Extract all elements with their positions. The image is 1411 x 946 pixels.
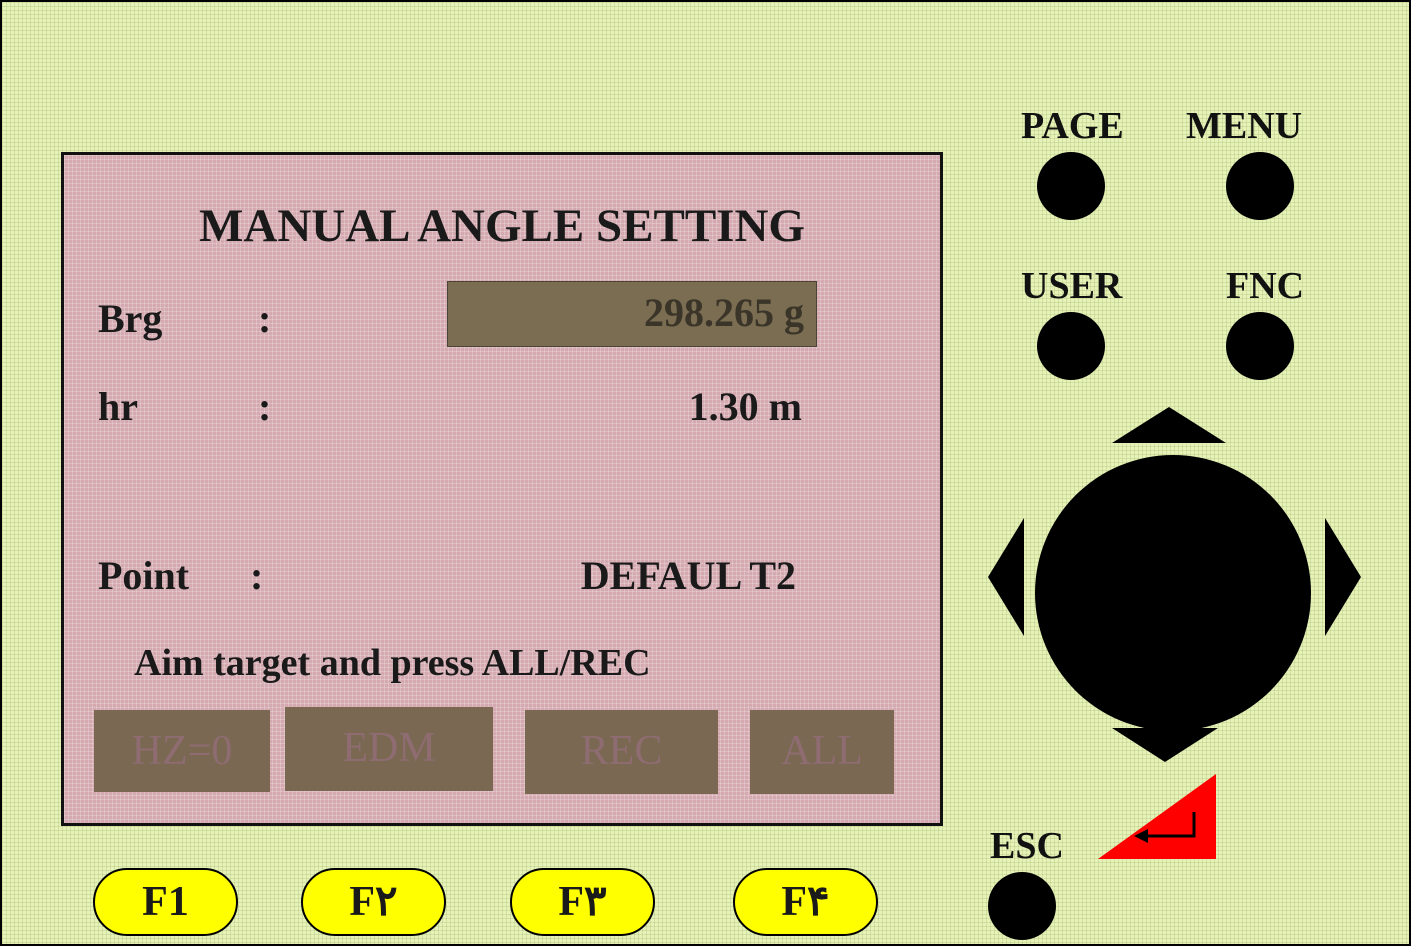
menu-button[interactable] bbox=[1226, 152, 1294, 220]
user-button[interactable] bbox=[1037, 312, 1105, 380]
instruction-message: Aim target and press ALL/REC bbox=[134, 642, 651, 684]
f1-key[interactable]: F1 bbox=[93, 868, 238, 936]
point-colon: : bbox=[250, 553, 264, 598]
arrow-left-icon[interactable] bbox=[988, 518, 1024, 636]
fnc-button[interactable] bbox=[1226, 312, 1294, 380]
menu-key-label: MENU bbox=[1186, 105, 1303, 147]
fnc-key-label: FNC bbox=[1226, 265, 1305, 307]
page-button[interactable] bbox=[1037, 152, 1105, 220]
screen-title: MANUAL ANGLE SETTING bbox=[199, 200, 805, 252]
f4-key[interactable]: F۴ bbox=[733, 868, 878, 936]
arrow-up-icon[interactable] bbox=[1112, 407, 1226, 443]
softkey-rec[interactable]: REC bbox=[525, 710, 718, 794]
esc-button[interactable] bbox=[988, 872, 1056, 940]
hr-colon: : bbox=[258, 384, 272, 429]
f3-key[interactable]: F۳ bbox=[510, 868, 655, 936]
brg-label: Brg bbox=[98, 296, 163, 341]
lcd-screen: MANUAL ANGLE SETTING Brg : 298.265 g hr … bbox=[61, 152, 943, 826]
navigation-center-button[interactable] bbox=[1035, 455, 1311, 731]
instrument-panel: MANUAL ANGLE SETTING Brg : 298.265 g hr … bbox=[0, 0, 1411, 946]
brg-colon: : bbox=[258, 296, 272, 341]
point-label: Point bbox=[98, 553, 190, 598]
arrow-right-icon[interactable] bbox=[1325, 518, 1361, 636]
f2-key[interactable]: F۲ bbox=[301, 868, 446, 936]
page-key-label: PAGE bbox=[1021, 105, 1124, 147]
point-value[interactable]: DEFAUL T2 bbox=[581, 552, 796, 599]
hr-value[interactable]: 1.30 m bbox=[689, 383, 802, 430]
user-key-label: USER bbox=[1021, 265, 1123, 307]
softkey-hz0[interactable]: HZ=0 bbox=[94, 710, 270, 792]
softkey-all[interactable]: ALL bbox=[750, 710, 894, 794]
brg-value-field[interactable]: 298.265 g bbox=[447, 281, 817, 347]
softkey-edm[interactable]: EDM bbox=[285, 707, 493, 791]
arrow-down-icon[interactable] bbox=[1112, 728, 1218, 762]
esc-key-label: ESC bbox=[990, 825, 1064, 867]
hr-label: hr bbox=[98, 384, 138, 429]
enter-icon[interactable] bbox=[1098, 774, 1216, 859]
